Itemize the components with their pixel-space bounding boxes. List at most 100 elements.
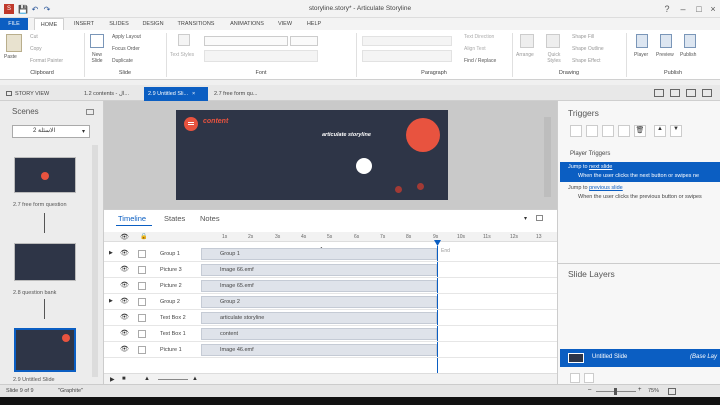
tab-contents[interactable]: 1.2 contents - ال... — [80, 87, 142, 101]
chevron-down-icon[interactable]: ▾ — [82, 128, 85, 135]
focus-order-button[interactable]: Focus Order — [112, 46, 140, 52]
timeline-row[interactable]: 👁 Text Box 2 articulate storyline — [104, 310, 557, 326]
timeline-row[interactable]: 👁 Picture 2 Image 65.emf — [104, 278, 557, 294]
trigger-link[interactable]: previous slide — [589, 185, 623, 191]
preview-button[interactable]: Preview — [656, 52, 674, 58]
preview-icon[interactable] — [660, 34, 672, 48]
tab-design[interactable]: DESIGN — [138, 18, 168, 30]
trigger-previous-slide[interactable]: Jump to previous slide — [568, 185, 623, 191]
panel-pin-icon[interactable] — [86, 109, 94, 115]
tab-notes[interactable]: Notes — [200, 214, 220, 223]
visibility-eye-icon[interactable]: 👁 — [120, 265, 129, 273]
small-red-circle[interactable] — [395, 186, 402, 193]
tab-timeline[interactable]: Timeline — [118, 214, 146, 223]
timeline-bar[interactable]: Group 2 — [201, 296, 437, 308]
large-red-circle[interactable] — [406, 118, 440, 152]
tab-story-view[interactable]: STORY VIEW — [2, 87, 78, 101]
normal-view-icon[interactable] — [654, 89, 664, 97]
lock-checkbox[interactable] — [138, 346, 146, 354]
visibility-eye-icon[interactable]: 👁 — [120, 345, 129, 353]
reading-view-icon[interactable] — [686, 89, 696, 97]
copy-trigger-icon[interactable] — [602, 125, 614, 137]
quick-styles-icon[interactable] — [546, 34, 560, 48]
paste-button[interactable]: Paste — [4, 54, 17, 60]
timeline-row[interactable]: ▶ 👁 Group 1 Group 1 — [104, 246, 557, 262]
move-up-icon[interactable]: ▲ — [654, 125, 666, 137]
fit-slide-icon[interactable] — [668, 388, 676, 395]
timeline-bar[interactable]: Image 65.emf — [201, 280, 437, 292]
fit-window-icon[interactable] — [702, 89, 712, 97]
lock-checkbox[interactable] — [138, 314, 146, 322]
scene-dropdown[interactable]: الاسئلة 2 — [12, 125, 90, 138]
apply-layout-button[interactable]: Apply Layout — [112, 34, 141, 40]
close-button[interactable]: × — [706, 3, 720, 15]
visibility-eye-icon[interactable]: 👁 — [120, 329, 129, 337]
text-direction-button[interactable]: Text Direction — [464, 34, 494, 40]
new-trigger-icon[interactable] — [570, 125, 582, 137]
tab-untitled-slide[interactable]: 2.9 Untitled Sli... × — [144, 87, 208, 101]
edit-trigger-icon[interactable] — [586, 125, 598, 137]
timeline-bar[interactable]: articulate storyline — [201, 312, 437, 324]
new-slide-button[interactable]: New Slide — [86, 52, 108, 64]
help-icon[interactable]: ? — [660, 3, 674, 15]
tab-animations[interactable]: ANIMATIONS — [224, 18, 270, 30]
tab-states[interactable]: States — [164, 214, 185, 223]
tab-free-form[interactable]: 2.7 free form qu... — [210, 87, 276, 101]
tab-insert[interactable]: INSERT — [68, 18, 100, 30]
slide-canvas[interactable]: content articulate storyline — [176, 110, 448, 200]
zoom-slider[interactable] — [158, 379, 188, 380]
tab-transitions[interactable]: TRANSITIONS — [172, 18, 220, 30]
visibility-eye-icon[interactable]: 👁 — [120, 233, 129, 241]
timeline-bar[interactable]: Group 1 — [201, 248, 437, 260]
lock-checkbox[interactable] — [138, 250, 146, 258]
copy-button[interactable]: Copy — [30, 46, 42, 52]
list-buttons[interactable] — [362, 36, 452, 46]
slide-thumbnail-untitled[interactable] — [14, 328, 76, 372]
timeline-row[interactable]: 👁 Picture 3 Image 66.emf — [104, 262, 557, 278]
arrange-icon[interactable] — [520, 34, 534, 48]
zoom-out-icon[interactable]: ▲ — [144, 376, 150, 382]
lock-checkbox[interactable] — [138, 330, 146, 338]
text-styles-icon[interactable] — [178, 34, 190, 46]
slide-thumbnail-free-form[interactable] — [14, 157, 76, 193]
new-layer-icon[interactable] — [570, 373, 580, 383]
content-title[interactable]: content — [203, 118, 228, 125]
find-replace-button[interactable]: Find / Replace — [464, 58, 496, 64]
arrange-button[interactable]: Arrange — [516, 52, 534, 58]
duplicate-layer-icon[interactable] — [584, 373, 594, 383]
quick-styles-button[interactable]: Quick Styles — [542, 52, 566, 64]
tab-slides[interactable]: SLIDES — [104, 18, 134, 30]
shape-effect-button[interactable]: Shape Effect — [572, 58, 601, 64]
new-slide-icon[interactable] — [90, 34, 104, 48]
lock-checkbox[interactable] — [138, 266, 146, 274]
format-painter-button[interactable]: Format Painter — [30, 58, 63, 64]
scenes-scrollbar[interactable] — [92, 145, 98, 377]
move-down-icon[interactable]: ▼ — [670, 125, 682, 137]
slide-thumbnail-question-bank[interactable] — [14, 243, 76, 281]
panel-menu-icon[interactable]: ▾ — [524, 215, 527, 222]
publish-icon[interactable] — [684, 34, 696, 48]
paste-trigger-icon[interactable] — [618, 125, 630, 137]
slide-sorter-icon[interactable] — [670, 89, 680, 97]
close-tab-icon[interactable]: × — [192, 91, 195, 97]
font-size-select[interactable] — [290, 36, 318, 46]
base-layer-row[interactable]: Untitled Slide (Base Lay — [560, 349, 720, 367]
paste-icon[interactable] — [6, 34, 22, 52]
cut-button[interactable]: Cut — [30, 34, 38, 40]
expand-arrow-icon[interactable]: ▶ — [109, 250, 113, 256]
timeline-bar[interactable]: content — [201, 328, 437, 340]
timeline-row[interactable]: 👁 Text Box 1 content — [104, 326, 557, 342]
font-formatting-buttons[interactable] — [204, 50, 318, 62]
small-red-circle[interactable] — [417, 183, 424, 190]
timeline-row[interactable]: ▶ 👁 Group 2 Group 2 — [104, 294, 557, 310]
stop-icon[interactable]: ■ — [122, 376, 126, 382]
align-text-button[interactable]: Align Text — [464, 46, 486, 52]
trigger-link[interactable]: next slide — [589, 164, 612, 170]
play-icon[interactable]: ▶ — [110, 376, 115, 383]
timeline-bar[interactable]: Image 46.emf — [201, 344, 437, 356]
shape-fill-button[interactable]: Shape Fill — [572, 34, 594, 40]
duplicate-button[interactable]: Duplicate — [112, 58, 133, 64]
zoom-in-icon[interactable]: + — [638, 387, 642, 393]
delete-trigger-icon[interactable]: 🗑 — [634, 125, 646, 137]
player-icon[interactable] — [636, 34, 648, 48]
